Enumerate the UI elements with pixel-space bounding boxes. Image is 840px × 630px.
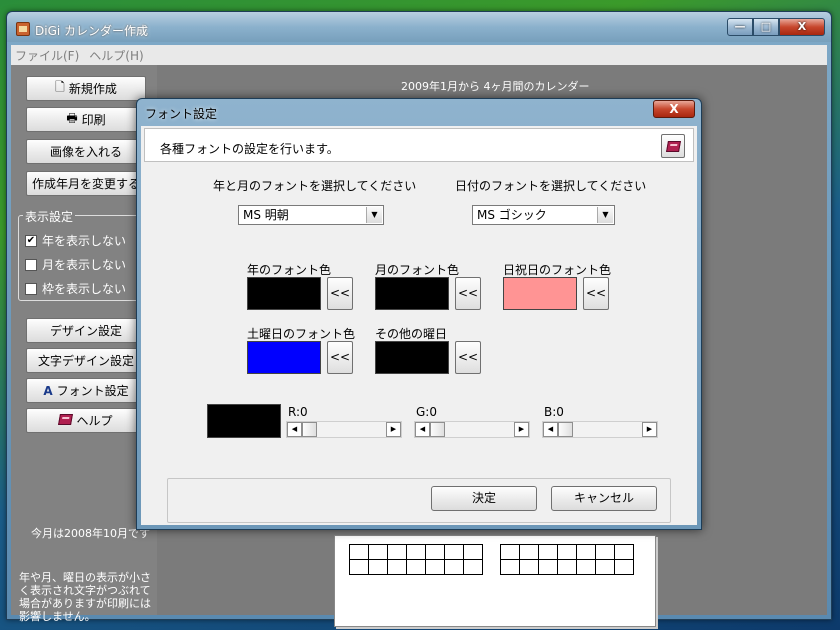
font-settings-dialog: フォント設定 X 各種フォントの設定を行います。 年と月のフォントを選択してくだ…: [136, 98, 702, 530]
green-slider[interactable]: ◀ ▶: [414, 421, 530, 438]
display-settings-group: 表示設定 ✔ 年を表示しない 月を表示しない 枠を表示しない: [18, 208, 152, 301]
saturday-color-swatch[interactable]: [247, 341, 321, 374]
printer-icon: 🖶: [66, 111, 78, 125]
hide-frame-checkbox-row[interactable]: 枠を表示しない: [25, 280, 126, 297]
other-weekday-color-swatch[interactable]: [375, 341, 449, 374]
scroll-right-icon[interactable]: ▶: [642, 422, 657, 437]
scroll-left-icon[interactable]: ◀: [543, 422, 558, 437]
red-slider-thumb[interactable]: [302, 422, 317, 437]
saturday-color-label: 土曜日のフォント色: [247, 327, 356, 341]
hide-frame-checkbox[interactable]: [25, 282, 37, 295]
red-label: R:0: [288, 405, 308, 419]
other-weekday-color-apply-button[interactable]: <<: [455, 341, 481, 374]
hide-month-checkbox[interactable]: [25, 258, 37, 271]
display-settings-title: 表示設定: [23, 208, 76, 225]
change-date-button[interactable]: 作成年月を変更する: [26, 171, 146, 196]
green-label: G:0: [416, 405, 437, 419]
help-book-icon: [58, 413, 74, 428]
holiday-color-label: 日祝日のフォント色: [503, 263, 612, 277]
year-color-swatch[interactable]: [247, 277, 321, 310]
red-slider-track[interactable]: [317, 422, 386, 437]
display-note-text: 年や月、曜日の表示が小さく表示され文字がつぶれて場合がありますが印刷には影響しま…: [19, 571, 151, 623]
other-weekday-color-label: その他の曜日: [375, 327, 448, 341]
year-month-font-select[interactable]: MS 明朝 ▼: [238, 205, 384, 225]
dialog-close-button[interactable]: X: [653, 100, 695, 118]
close-button[interactable]: X: [779, 18, 825, 36]
blue-label: B:0: [544, 405, 564, 419]
calendar-preview: [334, 535, 656, 627]
window-title: DiGi カレンダー作成: [35, 24, 149, 38]
new-button[interactable]: 🗋 新規作成: [26, 76, 146, 101]
help-button-label: ヘルプ: [76, 414, 113, 428]
hide-month-label: 月を表示しない: [42, 258, 127, 272]
day-font-value: MS ゴシック: [477, 208, 547, 222]
ok-button[interactable]: 決定: [431, 486, 537, 511]
blue-slider[interactable]: ◀ ▶: [542, 421, 658, 438]
scroll-right-icon[interactable]: ▶: [386, 422, 401, 437]
print-button[interactable]: 🖶 印刷: [26, 107, 146, 132]
print-button-label: 印刷: [81, 113, 106, 127]
rgb-preview-swatch: [207, 404, 281, 438]
preview-grid-left: [349, 544, 483, 575]
blue-slider-thumb[interactable]: [558, 422, 573, 437]
year-color-label: 年のフォント色: [247, 263, 332, 277]
preview-grid-right: [500, 544, 634, 575]
new-document-icon: 🗋: [55, 80, 65, 94]
saturday-color-apply-button[interactable]: <<: [327, 341, 353, 374]
green-slider-track[interactable]: [445, 422, 514, 437]
hide-month-checkbox-row[interactable]: 月を表示しない: [25, 256, 126, 273]
hide-year-checkbox[interactable]: ✔: [25, 234, 37, 247]
menu-help[interactable]: ヘルプ(H): [89, 47, 143, 64]
month-color-apply-button[interactable]: <<: [455, 277, 481, 310]
holiday-color-apply-button[interactable]: <<: [583, 277, 609, 310]
text-design-button[interactable]: 文字デザイン設定: [26, 348, 146, 373]
font-settings-label: フォント設定: [56, 384, 129, 398]
red-slider[interactable]: ◀ ▶: [286, 421, 402, 438]
blue-slider-track[interactable]: [573, 422, 642, 437]
scroll-left-icon[interactable]: ◀: [287, 422, 302, 437]
font-a-icon: A: [43, 383, 53, 398]
title-bar[interactable]: DiGi カレンダー作成 — □ X: [7, 12, 831, 42]
day-font-select[interactable]: MS ゴシック ▼: [472, 205, 615, 225]
window-controls: — □ X: [727, 18, 825, 36]
day-font-label: 日付のフォントを選択してください: [455, 179, 647, 193]
menu-file[interactable]: ファイル(F): [15, 47, 79, 64]
hide-year-checkbox-row[interactable]: ✔ 年を表示しない: [25, 232, 126, 249]
chevron-down-icon[interactable]: ▼: [597, 207, 613, 223]
calendar-caption: 2009年1月から 4ヶ月間のカレンダー: [401, 80, 590, 93]
scroll-right-icon[interactable]: ▶: [514, 422, 529, 437]
dialog-body: 各種フォントの設定を行います。 年と月のフォントを選択してください MS 明朝 …: [141, 126, 697, 525]
dialog-title: フォント設定: [145, 107, 218, 121]
help-button[interactable]: ヘルプ: [26, 408, 146, 433]
month-color-label: 月のフォント色: [375, 263, 460, 277]
help-book-icon: [665, 140, 681, 152]
dialog-header: 各種フォントの設定を行います。: [144, 128, 694, 162]
menu-bar: ファイル(F) ヘルプ(H): [11, 45, 827, 65]
design-settings-button[interactable]: デザイン設定: [26, 318, 146, 343]
year-color-apply-button[interactable]: <<: [327, 277, 353, 310]
maximize-button[interactable]: □: [753, 18, 779, 36]
year-month-font-value: MS 明朝: [243, 208, 289, 222]
minimize-button[interactable]: —: [727, 18, 753, 36]
new-button-label: 新規作成: [68, 82, 117, 96]
insert-image-button[interactable]: 画像を入れる: [26, 139, 146, 164]
scroll-left-icon[interactable]: ◀: [415, 422, 430, 437]
green-slider-thumb[interactable]: [430, 422, 445, 437]
dialog-description: 各種フォントの設定を行います。: [160, 142, 339, 156]
month-color-swatch[interactable]: [375, 277, 449, 310]
hide-frame-label: 枠を表示しない: [42, 282, 127, 296]
chevron-down-icon[interactable]: ▼: [366, 207, 382, 223]
current-month-text: 今月は2008年10月です: [31, 527, 150, 540]
year-month-font-label: 年と月のフォントを選択してください: [213, 179, 417, 193]
calendar-app-icon: [16, 22, 30, 36]
hide-year-label: 年を表示しない: [42, 234, 127, 248]
cancel-button[interactable]: キャンセル: [551, 486, 657, 511]
holiday-color-swatch[interactable]: [503, 277, 577, 310]
dialog-help-button[interactable]: [661, 134, 685, 158]
font-settings-button[interactable]: A フォント設定: [26, 378, 146, 403]
